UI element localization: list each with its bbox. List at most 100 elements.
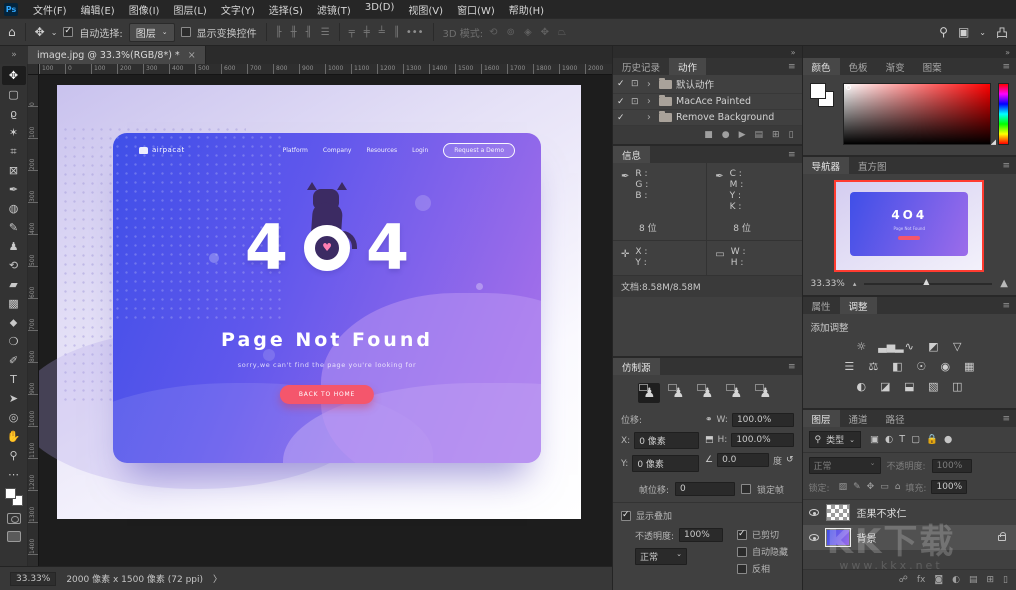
tab-gradients[interactable]: 渐变 — [877, 58, 914, 75]
path-selection-tool[interactable]: ➤ — [2, 389, 26, 408]
frame-tool[interactable]: ⊠ — [2, 161, 26, 180]
action-expand-icon[interactable]: › — [647, 79, 655, 90]
menu-item[interactable]: 图像(I) — [122, 0, 167, 19]
eraser-tool[interactable]: ▰ — [2, 275, 26, 294]
clone-stamp-tool[interactable]: ♟ — [2, 237, 26, 256]
tab-history[interactable]: 历史记录 — [613, 58, 669, 75]
fill-field[interactable]: 100% — [931, 480, 967, 494]
screen-mode-icon[interactable] — [7, 531, 21, 542]
panel-menu-icon[interactable]: ≡ — [788, 358, 802, 375]
clone-y-field[interactable]: 0 像素 — [632, 455, 699, 472]
menu-item[interactable]: 选择(S) — [262, 0, 310, 19]
marquee-tool[interactable]: ▢ — [2, 85, 26, 104]
filter-shape-layers-icon[interactable]: ▢ — [911, 434, 920, 445]
panel-menu-icon[interactable]: ≡ — [788, 146, 802, 163]
lock-all-icon[interactable]: ⌂ — [895, 482, 901, 492]
delete-layer-icon[interactable]: ▯ — [1003, 575, 1008, 585]
layer-filter-dropdown[interactable]: ⚲ 类型 ⌄ — [809, 431, 861, 448]
close-icon[interactable]: × — [188, 50, 196, 61]
menu-item[interactable]: 3D(D) — [358, 0, 402, 19]
share-icon[interactable]: 凸 — [996, 24, 1008, 41]
auto-select-dropdown[interactable]: 图层 ⌄ — [129, 23, 175, 42]
workspace-icon[interactable]: ▣ — [958, 25, 969, 39]
toolbar-collapse-icon[interactable]: » — [0, 46, 28, 64]
flip-vertical-icon[interactable]: ⬒ — [705, 435, 714, 445]
brush-tool[interactable]: ✎ — [2, 218, 26, 237]
layer-thumbnail[interactable] — [826, 504, 850, 521]
action-check-icon[interactable]: ✓ — [617, 79, 627, 89]
auto-hide-checkbox[interactable] — [737, 547, 747, 557]
eye-icon[interactable] — [809, 534, 819, 541]
action-expand-icon[interactable]: › — [647, 96, 655, 107]
lock-artboard-icon[interactable]: ▭ — [880, 482, 889, 492]
selective-color-icon[interactable]: ◫ — [950, 380, 964, 393]
gradient-tool[interactable]: ▩ — [2, 294, 26, 313]
link-layers-icon[interactable]: ☍ — [899, 575, 908, 585]
color-swatches[interactable] — [810, 83, 836, 109]
show-transform-checkbox[interactable] — [181, 27, 191, 37]
zoom-in-icon[interactable]: ▲ — [1000, 278, 1008, 289]
frame-offset-field[interactable]: 0 — [675, 482, 735, 496]
clone-source-4[interactable]: ♟ — [725, 383, 747, 403]
clone-w-field[interactable]: 100.0% — [732, 413, 794, 427]
menu-item[interactable]: 窗口(W) — [450, 0, 502, 19]
align-center-h-icon[interactable]: ╫ — [291, 27, 297, 38]
show-overlay-checkbox[interactable] — [621, 511, 631, 521]
clone-angle-field[interactable]: 0.0 — [717, 453, 769, 467]
dock-collapse-icon[interactable]: » — [1005, 48, 1010, 57]
quick-mask-icon[interactable] — [7, 513, 21, 524]
adjustment-layer-icon[interactable]: ◐ — [952, 575, 960, 585]
type-tool[interactable]: T — [2, 370, 26, 389]
align-top-icon[interactable]: ╤ — [349, 27, 355, 38]
dock-collapse-icon[interactable]: » — [791, 48, 796, 57]
history-brush-tool[interactable]: ⟲ — [2, 256, 26, 275]
tab-color[interactable]: 颜色 — [803, 58, 840, 75]
chevron-down-icon[interactable]: ⌄ — [979, 28, 986, 37]
pen-tool[interactable]: ✐ — [2, 351, 26, 370]
clone-source-5[interactable]: ♟ — [754, 383, 776, 403]
lock-move-icon[interactable]: ✥ — [867, 482, 875, 492]
hand-tool[interactable]: ✋ — [2, 427, 26, 446]
filter-on-icon[interactable]: ● — [944, 434, 952, 445]
canvas[interactable]: airpacat PlatformCompanyResourcesLogin R… — [39, 75, 612, 566]
crop-tool[interactable]: ⌗ — [2, 142, 26, 161]
vibrance-icon[interactable]: ▽ — [950, 340, 964, 353]
invert-checkbox[interactable] — [737, 564, 747, 574]
overlay-blend-dropdown[interactable]: 正常 ⌄ — [635, 548, 687, 565]
clone-source-2[interactable]: ♟ — [667, 383, 689, 403]
filter-adjustment-layers-icon[interactable]: ◐ — [885, 434, 893, 445]
menu-item[interactable]: 帮助(H) — [502, 0, 551, 19]
slider-thumb-icon[interactable]: ▲ — [923, 277, 929, 286]
distribute-h-icon[interactable]: ☰ — [321, 27, 330, 38]
panel-menu-icon[interactable]: ≡ — [1002, 410, 1016, 427]
blur-tool[interactable]: ⬥ — [2, 313, 26, 332]
lock-frame-checkbox[interactable] — [741, 484, 751, 494]
eye-icon[interactable] — [809, 509, 819, 516]
action-dialog-icon[interactable]: ⊡ — [631, 97, 643, 107]
play-icon[interactable]: ▶ — [739, 130, 746, 140]
document-image[interactable]: airpacat PlatformCompanyResourcesLogin R… — [57, 85, 581, 519]
layer-style-icon[interactable]: fx — [917, 575, 926, 585]
lock-transparent-icon[interactable]: ▨ — [839, 482, 848, 492]
new-set-icon[interactable]: ▤ — [755, 130, 764, 140]
clipped-checkbox[interactable] — [737, 530, 747, 540]
foreground-background-colors[interactable] — [5, 488, 23, 506]
clone-source-1[interactable]: ♟ — [638, 383, 660, 403]
menu-item[interactable]: 滤镜(T) — [310, 0, 358, 19]
reset-transform-icon[interactable]: ↺ — [786, 455, 794, 465]
filter-smart-objects-icon[interactable]: 🔒 — [926, 434, 938, 445]
menu-item[interactable]: 图层(L) — [166, 0, 213, 19]
threshold-icon[interactable]: ⬓ — [902, 380, 916, 393]
chevron-down-icon[interactable]: ⌄ — [51, 28, 58, 37]
action-row[interactable]: ✓ › Remove Background — [613, 110, 802, 126]
tab-clone-source[interactable]: 仿制源 — [613, 358, 660, 375]
panel-menu-icon[interactable]: ≡ — [1002, 157, 1016, 174]
action-row[interactable]: ✓ ⊡ › MacAce Painted — [613, 94, 802, 110]
black-white-icon[interactable]: ◧ — [890, 360, 904, 373]
tab-channels[interactable]: 通道 — [840, 410, 877, 427]
tab-patterns[interactable]: 图案 — [914, 58, 951, 75]
clone-h-field[interactable]: 100.0% — [731, 433, 793, 447]
quick-selection-tool[interactable]: ✶ — [2, 123, 26, 142]
delete-action-icon[interactable]: ▯ — [789, 130, 794, 140]
menu-item[interactable]: 编辑(E) — [74, 0, 122, 19]
